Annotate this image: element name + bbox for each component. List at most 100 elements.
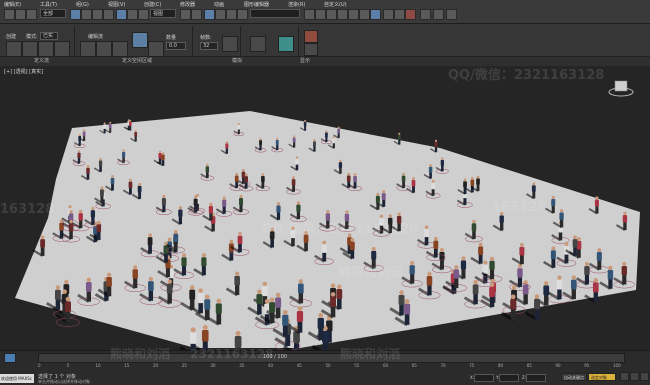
pivot-icon[interactable]: [180, 9, 191, 20]
prompt-line: 单击并拖动以选择并移动对象: [38, 379, 90, 385]
undo-icon[interactable]: [4, 9, 15, 20]
auto-key-button[interactable]: 自动关键点: [561, 373, 587, 381]
ribbon-separator: [74, 26, 75, 56]
create-people-icon[interactable]: [38, 41, 54, 57]
populate-ribbon: 创建 模式: 已实 编辑流 数量 0.0 帧数: 32 定义流 定义空闲区域 模…: [0, 24, 650, 66]
tick-label: 65: [412, 363, 417, 368]
menu-graph-editors[interactable]: 图形编辑器: [244, 1, 269, 8]
tick-label: 25: [182, 363, 187, 368]
maxscript-mini-listener[interactable]: 欢迎使用 MAXSc: [0, 374, 34, 383]
menu-rendering[interactable]: 渲染(R): [288, 1, 305, 8]
mode-field[interactable]: 已实: [40, 32, 58, 40]
ribbon-toggle-icon[interactable]: [337, 9, 348, 20]
snap-toggle-icon[interactable]: [204, 9, 215, 20]
selection-filter-dropdown[interactable]: 全部: [40, 9, 66, 18]
watermark: 熊晓和刘滔: [338, 262, 403, 281]
flow-lane-icon[interactable]: [80, 41, 96, 57]
material-editor-icon[interactable]: [370, 9, 381, 20]
play-icon[interactable]: [630, 372, 639, 381]
display-people-icon[interactable]: [278, 36, 294, 52]
tick-label: 40: [268, 363, 273, 368]
tick-label: 45: [297, 363, 302, 368]
render-iterative-icon[interactable]: [433, 9, 444, 20]
perspective-viewport[interactable]: [+] [透视] [真实] QQ/微信：2321163128 QQ/微信：232…: [0, 66, 650, 350]
group-display[interactable]: 显示: [300, 57, 310, 66]
activeshade-icon[interactable]: [446, 9, 457, 20]
curve-editor-icon[interactable]: [348, 9, 359, 20]
frame-label: 帧数:: [200, 34, 212, 41]
display-options-icon[interactable]: [304, 43, 318, 56]
menu-edit[interactable]: 编辑(E): [4, 1, 21, 8]
select-manipulate-icon[interactable]: [191, 9, 202, 20]
simulate-icon[interactable]: [222, 36, 238, 52]
menu-animation[interactable]: 动画: [214, 1, 224, 8]
x-field[interactable]: [474, 374, 494, 382]
percent-snap-icon[interactable]: [226, 9, 237, 20]
tick-label: 100: [613, 363, 621, 368]
layer-icon[interactable]: [326, 9, 337, 20]
z-field[interactable]: [526, 374, 546, 382]
key-mode-dropdown[interactable]: 选定对象: [588, 373, 616, 381]
spinner-snap-icon[interactable]: [237, 9, 248, 20]
tick-label: 5: [67, 363, 70, 368]
regenerate-icon[interactable]: [250, 36, 266, 52]
delete-people-icon[interactable]: [304, 30, 318, 43]
ribbon-separator: [240, 26, 241, 56]
create-area-icon[interactable]: [22, 41, 38, 57]
flow-width-icon[interactable]: [96, 41, 112, 57]
tick-label: 10: [96, 363, 101, 368]
menu-customize[interactable]: 自定义(U): [324, 1, 347, 8]
flow-node-icon[interactable]: [112, 41, 128, 57]
frame-count-field[interactable]: 32: [200, 42, 218, 50]
rendered-frame-icon[interactable]: [394, 9, 405, 20]
count-field[interactable]: 0.0: [166, 42, 186, 50]
ribbon-separator: [298, 26, 299, 56]
tick-label: 80: [498, 363, 503, 368]
rotate-icon[interactable]: [127, 9, 138, 20]
y-field[interactable]: [499, 374, 519, 382]
render-production-icon[interactable]: [420, 9, 431, 20]
render-setup-icon[interactable]: [383, 9, 394, 20]
track-bar[interactable]: 0510152025303540455055606570758085909510…: [38, 363, 623, 371]
viewcube-icon[interactable]: [608, 78, 634, 98]
menu-group[interactable]: 组(G): [76, 1, 89, 8]
align-icon[interactable]: [315, 9, 326, 20]
menu-modifiers[interactable]: 修改器: [180, 1, 195, 8]
named-selection-sets[interactable]: [250, 9, 300, 18]
menu-create[interactable]: 创建(C): [144, 1, 161, 8]
render-icon[interactable]: [405, 9, 416, 20]
schematic-view-icon[interactable]: [359, 9, 370, 20]
mirror-icon[interactable]: [304, 9, 315, 20]
create-flow-icon[interactable]: [6, 41, 22, 57]
rect-selection-icon[interactable]: [92, 9, 103, 20]
tick-label: 70: [441, 363, 446, 368]
idle-area-paint-icon[interactable]: [148, 41, 164, 57]
menu-tools[interactable]: 工具(T): [40, 1, 57, 8]
link-icon[interactable]: [26, 9, 37, 20]
group-define-flow[interactable]: 定义流: [34, 57, 49, 66]
tick-label: 85: [527, 363, 532, 368]
viewport-label[interactable]: [+] [透视] [真实]: [4, 68, 43, 75]
redo-icon[interactable]: [15, 9, 26, 20]
menu-view[interactable]: 视图(V): [108, 1, 125, 8]
move-icon[interactable]: [116, 9, 127, 20]
reference-coord-dropdown[interactable]: 视图: [150, 9, 176, 18]
ribbon-separator: [192, 26, 193, 56]
watermark: 163128: [0, 202, 54, 217]
window-crossing-icon[interactable]: [103, 9, 114, 20]
select-by-name-icon[interactable]: [81, 9, 92, 20]
wander-icon[interactable]: [54, 41, 70, 57]
count-label: 数量: [166, 34, 176, 41]
free-idle-area-icon[interactable]: [132, 32, 148, 48]
angle-snap-icon[interactable]: [215, 9, 226, 20]
group-define-idle-area[interactable]: 定义空闲区域: [122, 57, 152, 66]
watermark: 163128: [492, 200, 546, 215]
scale-icon[interactable]: [138, 9, 149, 20]
create-label: 创建: [6, 33, 16, 40]
go-to-end-icon[interactable]: [640, 372, 649, 381]
group-simulate[interactable]: 模拟: [232, 57, 242, 66]
z-coordinate: Z:: [522, 374, 546, 382]
select-object-icon[interactable]: [70, 9, 81, 20]
go-to-start-icon[interactable]: [620, 372, 629, 381]
maxscript-listener-icon[interactable]: [4, 353, 16, 363]
